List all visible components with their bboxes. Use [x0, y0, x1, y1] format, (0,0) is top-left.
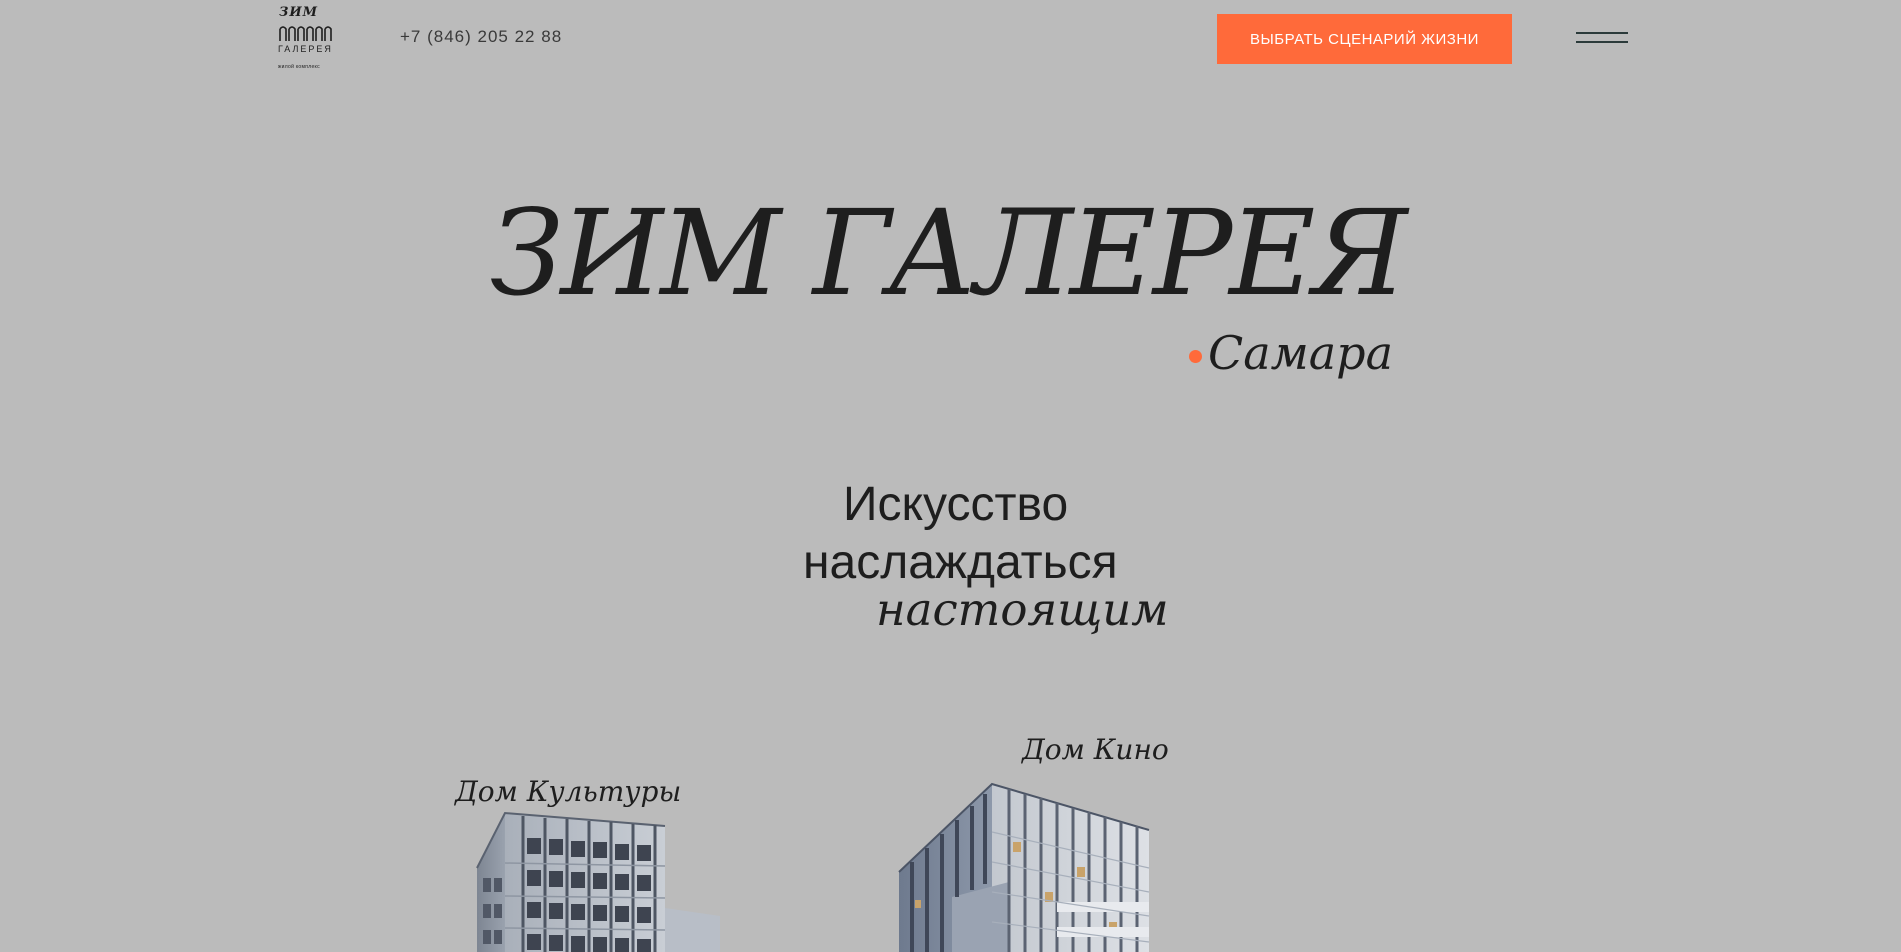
city-label: Самара: [1208, 326, 1394, 380]
hamburger-line: [1576, 41, 1628, 43]
tagline-line-1: Искусство: [843, 478, 1069, 531]
choose-scenario-button[interactable]: ВЫБРАТЬ СЦЕНАРИЙ ЖИЗНИ: [1217, 14, 1512, 64]
phone-link[interactable]: +7 (846) 205 22 88: [400, 27, 562, 47]
logo-line-3: жилой комплекс: [278, 64, 320, 70]
logo-line-1: ЗИМ: [279, 5, 319, 20]
hero-title: ЗИМ ГАЛЕРЕЯ: [490, 184, 1408, 322]
tagline-line-3: настоящим: [876, 583, 1169, 636]
building-label-kino[interactable]: Дом Кино: [1022, 733, 1169, 767]
building-kino-image[interactable]: [897, 782, 1157, 952]
logo[interactable]: ЗИМ ГАЛЕРЕЯ жилой комплекс: [277, 6, 333, 72]
building-culture-image[interactable]: [465, 808, 725, 952]
accent-dot-icon: [1189, 349, 1202, 363]
logo-line-2: ГАЛЕРЕЯ: [278, 44, 333, 54]
hamburger-icon[interactable]: [1576, 32, 1628, 46]
hero-city: Самара: [1189, 325, 1393, 381]
hamburger-line: [1576, 32, 1628, 34]
building-label-culture[interactable]: Дом Культуры: [455, 775, 681, 809]
page: ЗИМ ГАЛЕРЕЯ жилой комплекс +7 (846) 205 …: [0, 0, 1901, 952]
